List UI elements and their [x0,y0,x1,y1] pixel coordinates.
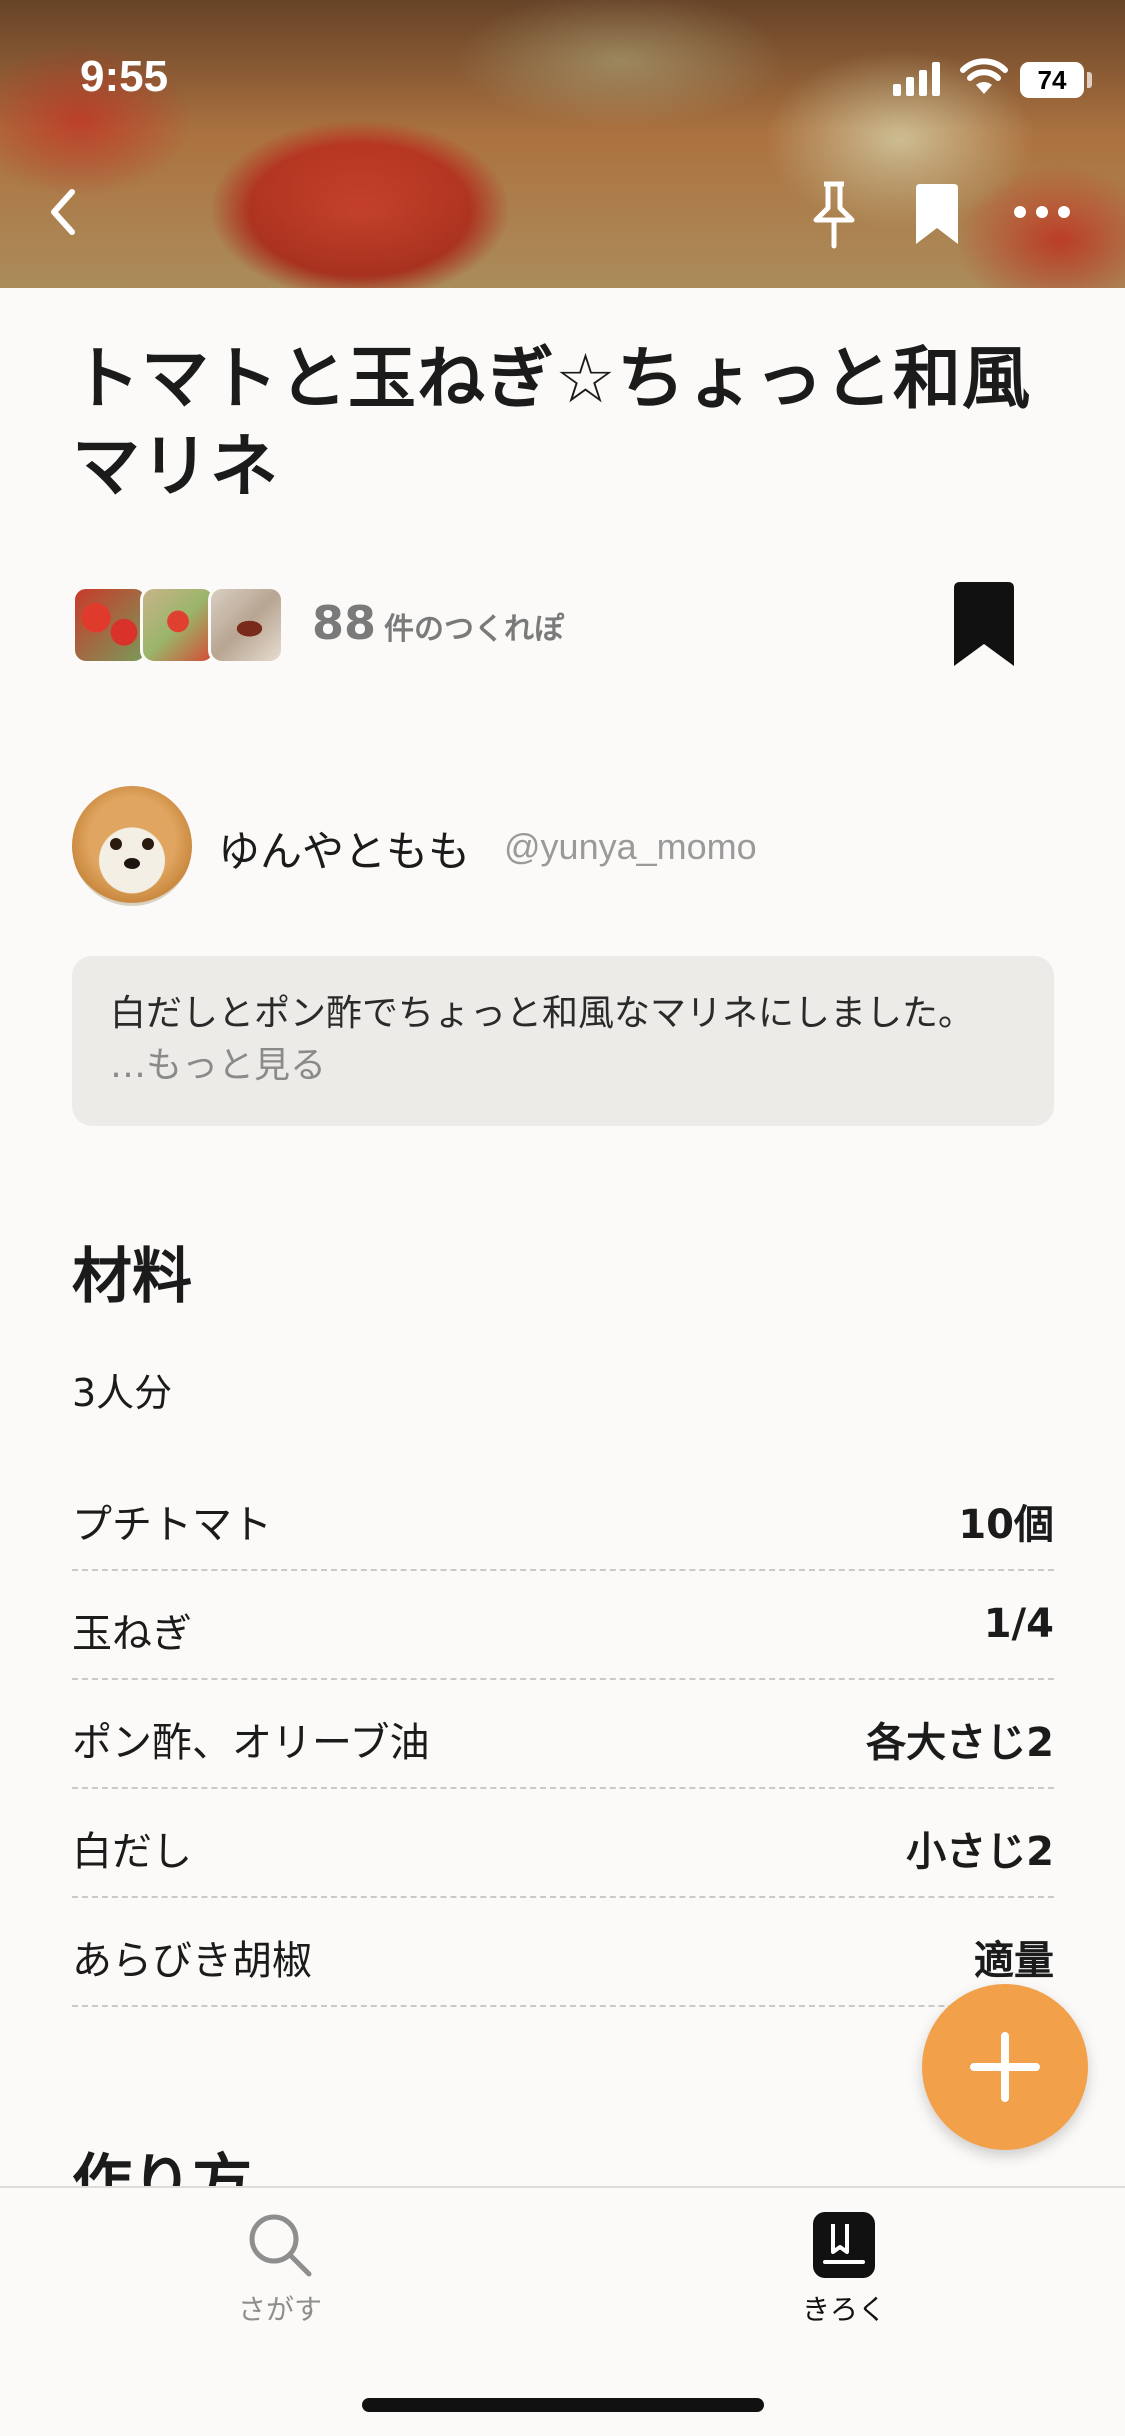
battery-tip [1087,72,1092,88]
pin-icon[interactable] [808,180,860,250]
recipe-title: トマトと玉ねぎ☆ちょっと和風マリネ [72,340,1031,507]
ingredient-row: プチトマト 10個 [72,1462,1054,1571]
tab-record-label: きろく [801,2293,886,2326]
home-indicator [362,2398,764,2412]
wifi-icon [960,58,1008,94]
ingredient-name: 白だし [72,1829,192,1875]
book-icon [813,2212,875,2278]
author-name[interactable]: ゆんやともも [218,818,470,879]
ingredient-row: 玉ねぎ 1/4 [72,1571,1054,1680]
tab-record[interactable]: きろく [764,2210,924,2328]
ingredients-heading: 材料 [72,1242,192,1312]
avatar-eye [142,838,154,850]
reports-label: 件のつくれぽ [384,612,565,647]
ingredient-name: ポン酢、オリーブ油 [72,1720,430,1766]
status-time: 9:55 [80,52,169,101]
search-icon [249,2214,312,2277]
show-more-link[interactable]: …もっと見る [110,1045,326,1086]
plus-icon [970,2032,1040,2102]
ingredient-quantity: 各大さじ2 [866,1720,1054,1766]
avatar-eye [110,838,122,850]
back-icon[interactable] [44,182,84,242]
ingredient-quantity: 小さじ2 [906,1829,1054,1875]
ingredient-quantity: 1/4 [983,1601,1054,1647]
report-thumbnail [208,586,284,664]
description-text: 白だしとポン酢でちょっと和風なマリネにしました。 [110,993,975,1034]
servings: 3人分 [72,1371,173,1415]
recipe-description[interactable]: 白だしとポン酢でちょっと和風なマリネにしました。 …もっと見る [72,956,1054,1126]
ingredient-quantity: 10個 [958,1502,1054,1548]
save-bookmark-button[interactable] [952,580,1016,668]
tab-search-label: さがす [237,2293,322,2326]
avatar-nose [124,858,140,869]
report-thumbnail [72,586,148,664]
reports-count-link[interactable]: 88 件のつくれぽ [312,596,564,650]
add-button[interactable] [922,1984,1088,2150]
bookmark-icon[interactable] [912,182,962,248]
tab-search[interactable]: さがす [200,2210,360,2328]
report-thumbnails[interactable] [72,586,286,664]
battery-indicator: 74 [1020,62,1084,98]
ingredients-list: プチトマト 10個 玉ねぎ 1/4 ポン酢、オリーブ油 各大さじ2 白だし 小さ… [72,1462,1054,2007]
ingredient-row: ポン酢、オリーブ油 各大さじ2 [72,1680,1054,1789]
ingredient-name: あらびき胡椒 [72,1938,312,1984]
ingredient-name: プチトマト [72,1502,272,1548]
ingredient-row: 白だし 小さじ2 [72,1789,1054,1898]
author-avatar[interactable] [72,786,192,906]
ingredient-name: 玉ねぎ [72,1611,192,1657]
report-thumbnail [140,586,216,664]
more-icon[interactable] [1012,204,1072,220]
ingredient-row: あらびき胡椒 適量 [72,1898,1054,2007]
status-bar: 9:55 74 [0,0,1125,150]
author-handle[interactable]: @yunya_momo [504,826,757,868]
cellular-signal-icon [893,62,940,96]
reports-count: 88 [312,596,377,650]
ingredient-quantity: 適量 [974,1938,1054,1984]
